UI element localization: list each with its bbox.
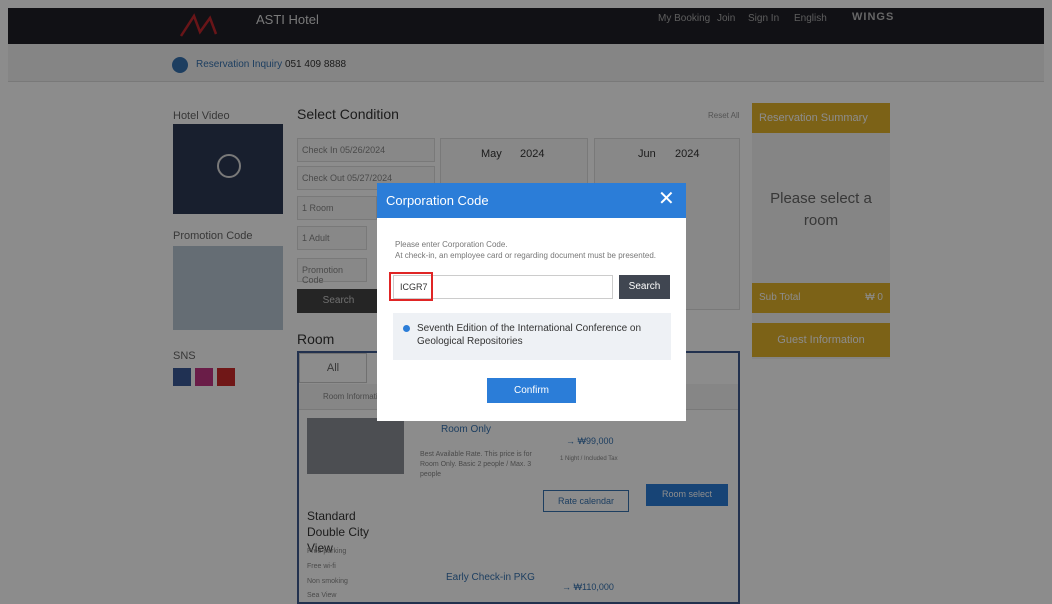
corporation-result-text: Seventh Edition of the International Con… (417, 323, 642, 347)
modal-title: Corporation Code (386, 193, 489, 208)
modal-desc-line1: Please enter Corporation Code. (395, 240, 508, 249)
radio-selected-icon[interactable] (403, 325, 410, 332)
close-icon[interactable]: ✕ (658, 188, 675, 210)
modal-description: Please enter Corporation Code. At check-… (395, 239, 680, 261)
corporation-result-option[interactable]: Seventh Edition of the International Con… (393, 313, 671, 360)
confirm-button[interactable]: Confirm (487, 378, 576, 403)
modal-header: Corporation Code ✕ (377, 183, 686, 218)
modal-desc-line2: At check-in, an employee card or regardi… (395, 251, 657, 260)
corporation-code-modal: Corporation Code ✕ Please enter Corporat… (377, 183, 686, 421)
code-highlight-box (389, 272, 433, 301)
code-search-button[interactable]: Search (619, 275, 670, 299)
